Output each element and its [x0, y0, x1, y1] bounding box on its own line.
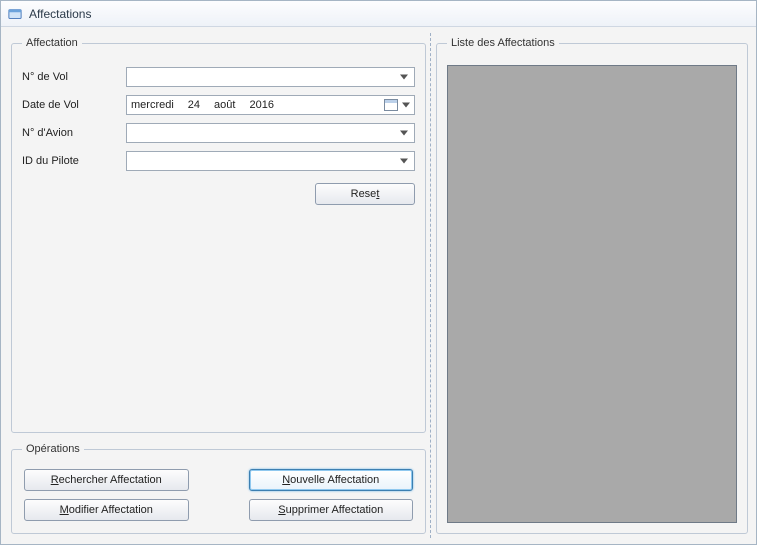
modifier-ul: M [60, 504, 69, 516]
group-operations-legend: Opérations [22, 443, 84, 455]
group-liste-legend: Liste des Affectations [447, 37, 559, 49]
app-icon [7, 6, 23, 22]
window-affectations: Affectations Affectation N° de Vol Date … [0, 0, 757, 545]
group-liste: Liste des Affectations [436, 37, 748, 534]
label-num-vol: N° de Vol [22, 71, 118, 83]
rechercher-ul: R [51, 474, 59, 486]
group-affectation-legend: Affectation [22, 37, 82, 49]
group-operations: Opérations Rechercher Affectation Nouvel… [11, 443, 426, 534]
reset-button[interactable]: Reset [315, 183, 415, 205]
client-area: Affectation N° de Vol Date de Vol mercre… [1, 27, 756, 544]
rechercher-rest: echercher Affectation [59, 474, 162, 486]
modifier-button[interactable]: Modifier Affectation [24, 499, 189, 521]
supprimer-ul: S [278, 504, 285, 516]
nouvelle-button[interactable]: Nouvelle Affectation [249, 469, 414, 491]
combo-num-avion[interactable] [126, 123, 415, 143]
left-column: Affectation N° de Vol Date de Vol mercre… [11, 37, 426, 534]
combo-num-vol[interactable] [126, 67, 415, 87]
row-date-vol: Date de Vol mercredi 24 août 2016 [22, 91, 415, 119]
supprimer-button[interactable]: Supprimer Affectation [249, 499, 414, 521]
date-month: août [214, 99, 235, 111]
reset-label-prefix: Rese [351, 188, 377, 200]
affectations-list[interactable] [447, 65, 737, 523]
titlebar: Affectations [1, 1, 756, 27]
row-num-vol: N° de Vol [22, 63, 415, 91]
row-num-avion: N° d'Avion [22, 119, 415, 147]
date-year: 2016 [249, 99, 273, 111]
date-weekday: mercredi [131, 99, 174, 111]
label-num-avion: N° d'Avion [22, 127, 118, 139]
modifier-rest: odifier Affectation [69, 504, 153, 516]
label-id-pilote: ID du Pilote [22, 155, 118, 167]
reset-label-ul: t [376, 188, 379, 200]
row-id-pilote: ID du Pilote [22, 147, 415, 175]
nouvelle-rest: ouvelle Affectation [290, 474, 379, 486]
rechercher-button[interactable]: Rechercher Affectation [24, 469, 189, 491]
datepicker-date-vol[interactable]: mercredi 24 août 2016 [126, 95, 415, 115]
calendar-icon [384, 99, 398, 111]
combo-id-pilote[interactable] [126, 151, 415, 171]
operations-grid: Rechercher Affectation Nouvelle Affectat… [22, 463, 415, 523]
window-title: Affectations [29, 7, 91, 21]
nouvelle-ul: N [282, 474, 290, 486]
group-affectation: Affectation N° de Vol Date de Vol mercre… [11, 37, 426, 433]
form: N° de Vol Date de Vol mercredi 24 août [22, 63, 415, 205]
reset-row: Reset [22, 183, 415, 205]
right-column: Liste des Affectations [436, 37, 748, 534]
date-day: 24 [188, 99, 200, 111]
supprimer-rest: upprimer Affectation [286, 504, 384, 516]
date-parts: mercredi 24 août 2016 [131, 99, 274, 111]
label-date-vol: Date de Vol [22, 99, 118, 111]
